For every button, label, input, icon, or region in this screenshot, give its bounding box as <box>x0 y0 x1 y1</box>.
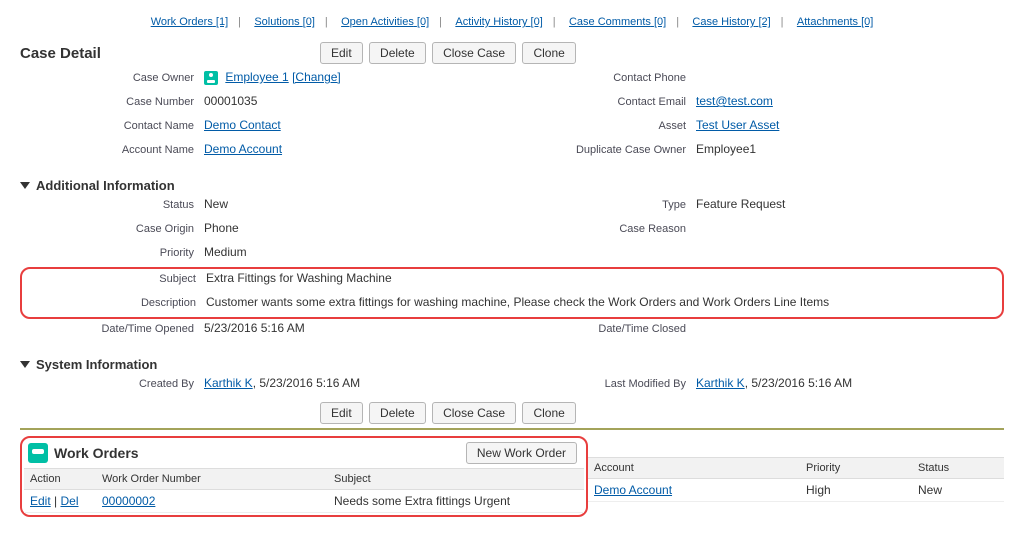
th-priority: Priority <box>800 458 912 479</box>
row-status: New <box>912 479 1004 502</box>
change-owner-link[interactable]: [Change] <box>292 70 341 84</box>
twisty-icon[interactable] <box>20 182 30 189</box>
label-priority: Priority <box>20 245 204 259</box>
value-last-modified-by: Karthik K, 5/23/2016 5:16 AM <box>696 376 1004 390</box>
value-date-opened: 5/23/2016 5:16 AM <box>204 321 512 335</box>
delete-button[interactable]: Delete <box>369 42 426 64</box>
account-name-link[interactable]: Demo Account <box>204 142 282 156</box>
value-status: New <box>204 197 512 211</box>
work-orders-related-list: Work Orders New Work Order Action Work O… <box>20 436 588 517</box>
additional-info-title: Additional Information <box>36 178 175 193</box>
link-solutions[interactable]: Solutions [0] <box>254 16 315 28</box>
label-case-owner: Case Owner <box>20 70 204 84</box>
case-owner-link[interactable]: Employee 1 <box>225 70 288 84</box>
label-asset: Asset <box>512 118 696 132</box>
row-priority: High <box>800 479 912 502</box>
clone-button[interactable]: Clone <box>522 42 575 64</box>
label-created-by: Created By <box>20 376 204 390</box>
highlight-subject-description: Subject Extra Fittings for Washing Machi… <box>20 267 1004 319</box>
value-contact-email: test@test.com <box>696 94 1004 108</box>
table-row: Demo Account High New <box>588 479 1004 502</box>
label-description: Description <box>22 295 206 309</box>
label-subject: Subject <box>22 271 206 285</box>
label-date-opened: Date/Time Opened <box>20 321 204 335</box>
value-case-owner: Employee 1 [Change] <box>204 70 512 85</box>
label-date-closed: Date/Time Closed <box>512 321 696 335</box>
work-orders-icon <box>28 443 48 463</box>
label-case-number: Case Number <box>20 94 204 108</box>
value-account-name: Demo Account <box>204 142 512 156</box>
button-bar-bottom: Edit Delete Close Case Clone <box>320 402 1004 424</box>
th-action: Action <box>24 469 96 490</box>
new-work-order-button[interactable]: New Work Order <box>466 442 577 464</box>
link-work-orders[interactable]: Work Orders [1] <box>151 16 228 28</box>
work-orders-title: Work Orders <box>54 445 317 461</box>
label-contact-phone: Contact Phone <box>512 70 696 84</box>
clone-button-bottom[interactable]: Clone <box>522 402 575 424</box>
label-case-reason: Case Reason <box>512 221 696 235</box>
last-modified-by-user-link[interactable]: Karthik K <box>696 376 745 390</box>
work-orders-extra-columns: Account Priority Status Demo Account Hig… <box>588 430 1004 502</box>
button-bar-top: Edit Delete Close Case Clone <box>320 42 1004 64</box>
link-activity-history[interactable]: Activity History [0] <box>455 16 542 28</box>
section-case-detail-title: Case Detail <box>20 45 320 62</box>
edit-button-bottom[interactable]: Edit <box>320 402 363 424</box>
close-case-button[interactable]: Close Case <box>432 42 516 64</box>
delete-button-bottom[interactable]: Delete <box>369 402 426 424</box>
label-last-modified-by: Last Modified By <box>512 376 696 390</box>
value-subject: Extra Fittings for Washing Machine <box>206 271 1002 285</box>
created-by-user-link[interactable]: Karthik K <box>204 376 253 390</box>
table-row: Edit | Del 00000002 Needs some Extra fit… <box>24 490 584 513</box>
twisty-icon[interactable] <box>20 361 30 368</box>
value-type: Feature Request <box>696 197 1004 211</box>
value-created-by: Karthik K, 5/23/2016 5:16 AM <box>204 376 512 390</box>
group-additional-information: Additional Information <box>20 178 1004 193</box>
value-case-origin: Phone <box>204 221 512 235</box>
th-subject: Subject <box>328 469 584 490</box>
system-info-title: System Information <box>36 357 157 372</box>
related-list-links: Work Orders [1]| Solutions [0]| Open Act… <box>20 8 1004 32</box>
value-priority: Medium <box>204 245 512 259</box>
label-case-origin: Case Origin <box>20 221 204 235</box>
additional-info-fields: Status New Type Feature Request Case Ori… <box>20 195 1004 343</box>
close-case-button-bottom[interactable]: Close Case <box>432 402 516 424</box>
label-status: Status <box>20 197 204 211</box>
case-detail-fields: Case Owner Employee 1 [Change] Contact P… <box>20 68 1004 164</box>
work-orders-table: Action Work Order Number Subject Edit | … <box>24 468 584 513</box>
link-open-activities[interactable]: Open Activities [0] <box>341 16 429 28</box>
contact-name-link[interactable]: Demo Contact <box>204 118 281 132</box>
value-case-number: 00001035 <box>204 94 512 108</box>
th-status: Status <box>912 458 1004 479</box>
edit-button[interactable]: Edit <box>320 42 363 64</box>
asset-link[interactable]: Test User Asset <box>696 118 779 132</box>
value-description: Customer wants some extra fittings for w… <box>206 295 1002 309</box>
value-contact-name: Demo Contact <box>204 118 512 132</box>
row-subject: Needs some Extra fittings Urgent <box>328 490 584 513</box>
value-asset: Test User Asset <box>696 118 1004 132</box>
contact-email-link[interactable]: test@test.com <box>696 94 773 108</box>
label-type: Type <box>512 197 696 211</box>
link-case-comments[interactable]: Case Comments [0] <box>569 16 666 28</box>
th-account: Account <box>588 458 800 479</box>
label-duplicate-case-owner: Duplicate Case Owner <box>512 142 696 156</box>
link-case-history[interactable]: Case History [2] <box>692 16 770 28</box>
link-attachments[interactable]: Attachments [0] <box>797 16 873 28</box>
label-contact-email: Contact Email <box>512 94 696 108</box>
avatar-icon <box>204 71 218 85</box>
label-account-name: Account Name <box>20 142 204 156</box>
group-system-information: System Information <box>20 357 1004 372</box>
system-info-fields: Created By Karthik K, 5/23/2016 5:16 AM … <box>20 374 1004 398</box>
label-contact-name: Contact Name <box>20 118 204 132</box>
row-account-link[interactable]: Demo Account <box>594 483 672 497</box>
th-work-order-number: Work Order Number <box>96 469 328 490</box>
value-duplicate-case-owner: Employee1 <box>696 142 1004 156</box>
